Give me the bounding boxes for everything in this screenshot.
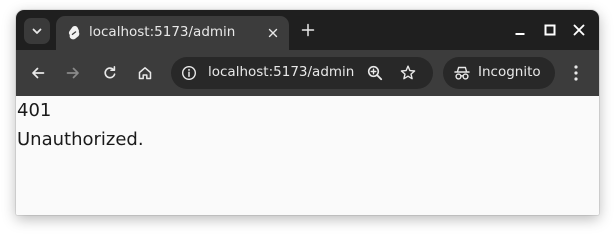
home-button[interactable] [135,63,155,83]
reload-button[interactable] [100,63,120,83]
chevron-down-icon [31,25,43,37]
info-icon[interactable] [181,65,197,81]
kebab-menu-icon [573,64,579,82]
plus-icon [301,23,315,37]
title-bar: localhost:5173/admin [16,10,599,50]
arrow-right-icon [65,65,81,81]
close-window-button[interactable] [571,22,587,38]
tab-title: localhost:5173/admin [89,24,236,40]
forward-button[interactable] [63,63,83,83]
tab-close-button[interactable] [265,25,281,41]
page-content: 401 Unauthorized. [16,96,599,215]
minimize-icon [514,24,526,36]
close-icon [573,24,585,36]
browser-tab[interactable]: localhost:5173/admin [56,16,289,50]
address-bar-url: localhost:5173/admin [208,64,355,80]
arrow-left-icon [30,65,46,81]
star-icon[interactable] [399,64,417,82]
error-status-code: 401 [17,100,52,121]
maximize-icon [544,24,556,36]
back-button[interactable] [28,63,48,83]
close-icon [268,28,278,38]
browser-window: localhost:5173/admin localhost:5173/admi… [16,10,599,215]
error-message: Unauthorized. [17,129,144,150]
incognito-icon [453,65,471,81]
maximize-button[interactable] [542,22,558,38]
address-bar[interactable]: localhost:5173/admin [171,57,433,89]
reload-icon [102,65,118,81]
tab-search-button[interactable] [24,18,50,44]
minimize-button[interactable] [512,22,528,38]
incognito-label: Incognito [478,64,541,80]
new-tab-button[interactable] [299,21,317,39]
browser-toolbar: localhost:5173/admin Incognito [16,50,599,96]
sveltekit-icon [66,25,82,41]
home-icon [137,65,153,81]
zoom-icon[interactable] [366,64,384,82]
browser-menu-button[interactable] [567,63,585,83]
incognito-indicator[interactable]: Incognito [443,57,555,89]
